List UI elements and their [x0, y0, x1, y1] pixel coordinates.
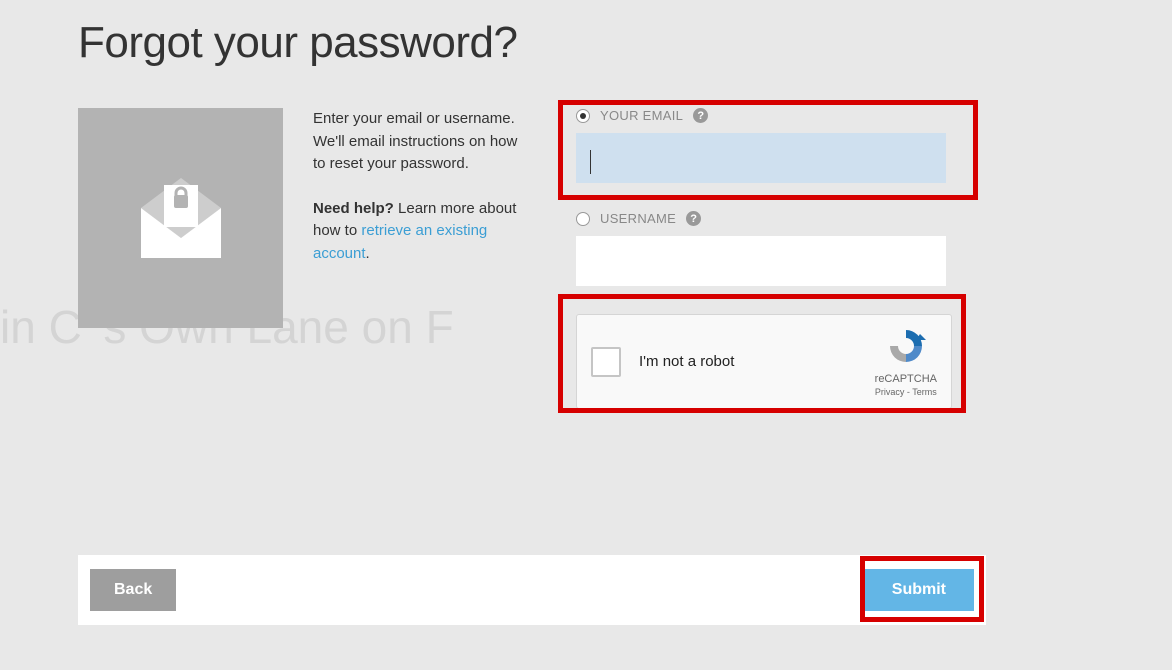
envelope-lock-illustration — [78, 108, 283, 328]
email-field-group: YOUR EMAIL ? — [576, 108, 1172, 183]
email-input[interactable] — [576, 133, 946, 183]
footer-bar: Back Submit — [78, 555, 986, 625]
recaptcha-checkbox[interactable] — [591, 347, 621, 377]
username-radio[interactable] — [576, 212, 590, 226]
recaptcha-label: I'm not a robot — [639, 353, 734, 370]
back-button[interactable]: Back — [90, 569, 176, 611]
instructions-panel: Enter your email or username. We'll emai… — [313, 108, 528, 287]
envelope-lock-icon — [136, 173, 226, 263]
recaptcha-widget: I'm not a robot reCAPTCHA Privacy - Term… — [576, 314, 952, 409]
instructions-text: Enter your email or username. We'll emai… — [313, 108, 528, 176]
recaptcha-icon — [886, 326, 926, 366]
username-input[interactable] — [576, 236, 946, 286]
form-area: YOUR EMAIL ? USERNAME ? I'm not a robot — [558, 108, 1172, 409]
submit-button[interactable]: Submit — [864, 569, 974, 611]
page-title: Forgot your password? — [0, 0, 1172, 68]
username-field-group: USERNAME ? — [576, 211, 1172, 286]
username-label: USERNAME — [600, 211, 676, 226]
help-icon[interactable]: ? — [693, 108, 708, 123]
email-radio[interactable] — [576, 109, 590, 123]
help-text: Need help? Learn more about how to retri… — [313, 198, 528, 266]
help-icon[interactable]: ? — [686, 211, 701, 226]
recaptcha-branding: reCAPTCHA Privacy - Terms — [875, 326, 937, 397]
text-cursor — [590, 150, 591, 174]
email-label: YOUR EMAIL — [600, 108, 683, 123]
